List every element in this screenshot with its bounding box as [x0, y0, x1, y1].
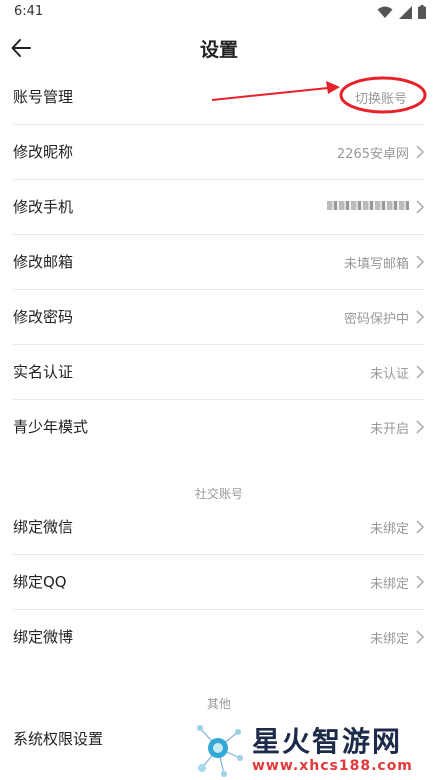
status-icons [377, 5, 426, 19]
row-value: 未绑定 [369, 577, 409, 592]
wifi-icon [377, 6, 393, 18]
row-account-management[interactable]: 账号管理 切换账号 [13, 70, 425, 125]
row-label: 系统权限设置 [13, 730, 104, 748]
status-bar: 6:41 [0, 0, 438, 26]
header: 设置 [0, 26, 438, 70]
row-label: 修改昵称 [13, 143, 74, 161]
row-teen-mode[interactable]: 青少年模式 未开启 [13, 400, 425, 455]
row-label: 修改密码 [13, 308, 74, 326]
chevron-right-icon [416, 200, 425, 214]
row-real-name-verification[interactable]: 实名认证 未认证 [13, 345, 425, 400]
chevron-right-icon [416, 255, 425, 269]
watermark-brand: 星火智游网 [252, 725, 403, 758]
chevron-right-icon [416, 630, 425, 644]
watermark: 星火智游网 www.xhcs188.com [190, 718, 438, 780]
row-value: 未绑定 [369, 632, 409, 647]
chevron-right-icon [416, 575, 425, 589]
chevron-right-icon [416, 365, 425, 379]
row-value: 未开启 [369, 422, 409, 437]
row-change-email[interactable]: 修改邮箱 未填写邮箱 [13, 235, 425, 290]
section-title-other: 其他 [206, 697, 231, 711]
row-label: 实名认证 [13, 363, 74, 381]
row-bind-wechat[interactable]: 绑定微信 未绑定 [13, 500, 425, 555]
row-label: 绑定微信 [13, 518, 74, 536]
masked-phone-value [327, 198, 409, 213]
row-change-phone[interactable]: 修改手机 [13, 180, 425, 235]
row-value: 2265安卓网 [336, 147, 409, 162]
row-value: 密码保护中 [343, 312, 409, 327]
row-label: 账号管理 [13, 88, 74, 106]
signal-icon [399, 5, 412, 19]
network-logo-icon [197, 725, 243, 777]
row-value: 未绑定 [369, 522, 409, 537]
chevron-right-icon [416, 520, 425, 534]
chevron-right-icon [416, 310, 425, 324]
page-title: 设置 [199, 39, 238, 61]
row-change-nickname[interactable]: 修改昵称 2265安卓网 [13, 125, 425, 180]
battery-icon [418, 5, 426, 19]
row-value: 未认证 [369, 367, 409, 382]
row-value: 未填写邮箱 [343, 257, 409, 272]
chevron-right-icon [416, 420, 425, 434]
watermark-url: www.xhcs188.com [252, 758, 413, 774]
row-label: 修改邮箱 [13, 253, 74, 271]
row-change-password[interactable]: 修改密码 密码保护中 [13, 290, 425, 345]
row-bind-weibo[interactable]: 绑定微博 未绑定 [13, 610, 425, 665]
status-time: 6:41 [14, 4, 44, 19]
switch-account-link[interactable]: 切换账号 [355, 88, 407, 107]
row-label: 青少年模式 [13, 418, 89, 436]
row-label: 修改手机 [13, 198, 74, 216]
row-bind-qq[interactable]: 绑定QQ 未绑定 [13, 555, 425, 610]
row-label: 绑定QQ [13, 573, 67, 591]
chevron-right-icon [416, 145, 425, 159]
row-label: 绑定微博 [13, 628, 74, 646]
